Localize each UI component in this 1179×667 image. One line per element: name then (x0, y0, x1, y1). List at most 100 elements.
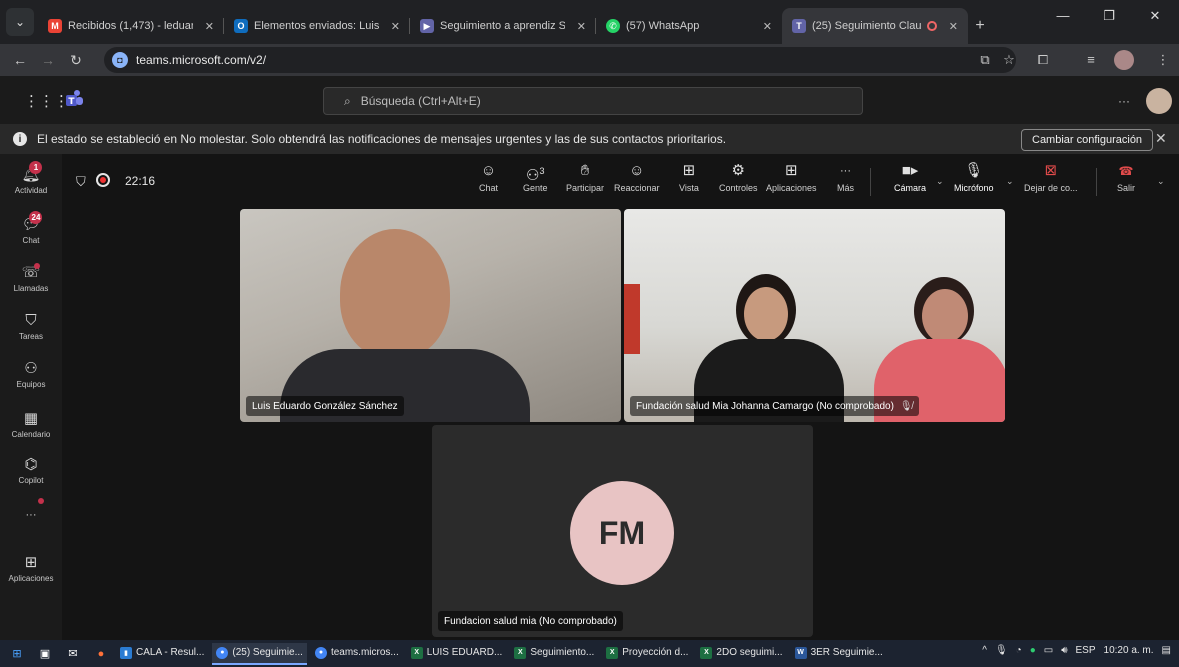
excel-icon: X (514, 646, 527, 659)
mic-button[interactable]: 🎙︎ Micrófono (954, 162, 994, 193)
camera-icon: ■▸ (901, 162, 919, 179)
taskbar-app[interactable]: X Proyección d... (602, 643, 692, 665)
taskbar-app-title: Proyección d... (622, 647, 689, 658)
apps-label: Aplicaciones (766, 183, 817, 193)
search-box[interactable]: ⌕ Búsqueda (Ctrl+Alt+E) (323, 87, 863, 115)
participant-face (744, 287, 788, 341)
app-launcher-icon[interactable]: ⋮⋮⋮ (24, 92, 69, 110)
rail-item-teams[interactable]: ⚇ Equipos (0, 352, 62, 398)
chat-button[interactable]: ☺︎ Chat (479, 162, 498, 193)
windows-start-icon[interactable]: ⊞ (6, 646, 28, 662)
close-tab-icon[interactable]: ✕ (391, 20, 400, 33)
toolbar-divider (1096, 168, 1097, 196)
browser-tab-stream[interactable]: ▶ Seguimiento a aprendiz SEN ✕ (410, 8, 596, 44)
calendar-icon: ▦ (23, 410, 39, 427)
teams-left-rail: 🔔︎ 1 Actividad 💬︎ 24 Chat ☏ Llamadas ⛉ Tar… (0, 154, 62, 640)
taskbar-app[interactable]: ● teams.micros... (311, 643, 403, 665)
taskbar-app[interactable]: ▮ CALA - Resul... (116, 643, 208, 665)
apps-icon: ⊞ (24, 554, 38, 571)
close-banner-icon[interactable]: ✕ (1155, 130, 1167, 147)
tray-app-icon[interactable]: ● (1030, 645, 1036, 656)
cast-icon[interactable]: ⧉ (974, 52, 996, 68)
rail-item-tasks[interactable]: ⛉ Tareas (0, 304, 62, 350)
taskbar-app[interactable]: X LUIS EDUARD... (407, 643, 507, 665)
minimize-icon[interactable]: — (1040, 8, 1086, 23)
tray-overflow-icon[interactable]: ^ (982, 645, 987, 656)
notifications-icon[interactable]: ▤ (1162, 645, 1171, 656)
mic-options-chevron-icon[interactable]: ⌄ (1006, 176, 1014, 187)
mail-icon[interactable]: ✉ (62, 646, 84, 662)
video-tile-luis[interactable]: Luis Eduardo González Sánchez (240, 209, 621, 422)
volume-icon[interactable]: 🔊︎ (1061, 645, 1067, 656)
browser-tab-gmail[interactable]: M Recibidos (1,473) - leduardo ✕ (38, 8, 224, 44)
stop-sharing-button[interactable]: ⊠ Dejar de co... (1024, 162, 1078, 193)
video-tile-fundacion-johanna[interactable]: Fundación salud Mia Johanna Camargo (No … (624, 209, 1005, 422)
more-button[interactable]: ··· Más (837, 162, 854, 193)
rail-item-apps[interactable]: ⊞ Aplicaciones (0, 546, 62, 592)
close-tab-icon[interactable]: ✕ (205, 20, 214, 33)
participant-name: Luis Eduardo González Sánchez (252, 400, 398, 412)
rail-item-chat[interactable]: 💬︎ 24 Chat (0, 208, 62, 254)
taskbar-app[interactable]: X 2DO seguimi... (696, 643, 786, 665)
tab-title: (57) WhatsApp (626, 20, 700, 32)
view-button[interactable]: ⊞ Vista (679, 162, 699, 193)
shield-icon[interactable]: ⛉ (76, 174, 86, 190)
browser-menu-icon[interactable]: ⋮ (1152, 52, 1174, 68)
forward-icon[interactable]: → (34, 52, 62, 68)
change-settings-button[interactable]: Cambiar configuración (1021, 129, 1154, 151)
leave-button[interactable]: ☎ Salir (1117, 162, 1135, 193)
extensions-icon[interactable]: ⧠ (1032, 52, 1054, 68)
close-tab-icon[interactable]: ✕ (577, 20, 586, 33)
camera-button[interactable]: ■▸ Cámara (894, 162, 926, 193)
address-bar[interactable]: ◘ teams.microsoft.com/v2/ (104, 47, 1016, 73)
battery-icon[interactable]: ▭ (1044, 645, 1053, 656)
browser-tab-strip: ⌄ M Recibidos (1,473) - leduardo ✕ O Ele… (0, 0, 1179, 44)
clock[interactable]: 10:20 a. m. (1104, 645, 1154, 656)
react-button[interactable]: ☺ Reaccionar (614, 162, 660, 193)
camera-options-chevron-icon[interactable]: ⌄ (936, 176, 944, 187)
reload-icon[interactable]: ↻ (62, 52, 90, 69)
apps-button[interactable]: ⊞ Aplicaciones (766, 162, 817, 193)
taskbar-app[interactable]: W 3ER Seguimie... (791, 643, 887, 665)
word-icon: W (794, 646, 807, 659)
back-icon[interactable]: ← (6, 52, 34, 68)
browser-tab-whatsapp[interactable]: ✆ (57) WhatsApp ✕ (596, 8, 782, 44)
close-tab-icon[interactable]: ✕ (949, 20, 958, 33)
video-tile-fundacion-avatar[interactable]: FM Fundacion salud mia (No comprobado) (432, 425, 813, 637)
language-indicator[interactable]: ESP (1076, 645, 1096, 656)
tray-mic-icon[interactable]: 🎙︎ (995, 645, 1008, 656)
restore-icon[interactable]: ❐ (1086, 8, 1132, 24)
raise-hand-button[interactable]: ✋︎ Participar (566, 162, 604, 193)
browser-tab-teams-active[interactable]: T (25) Seguimiento Claudi ✕ (782, 8, 968, 44)
recording-icon[interactable] (96, 173, 110, 187)
rail-item-more[interactable]: ··· (0, 492, 62, 538)
close-window-icon[interactable]: ✕ (1132, 8, 1178, 24)
tab-search-chevron-icon[interactable]: ⌄ (6, 8, 34, 36)
people-label: Gente (523, 183, 548, 193)
firefox-icon[interactable]: ● (90, 646, 112, 662)
browser-profile-avatar[interactable] (1114, 50, 1134, 70)
leave-options-chevron-icon[interactable]: ⌄ (1157, 176, 1165, 187)
browser-tab-outlook[interactable]: O Elementos enviados: Luis Ed ✕ (224, 8, 410, 44)
taskbar-app[interactable]: ● (25) Seguimie... (212, 642, 307, 665)
rail-item-copilot[interactable]: ⌬ Copilot (0, 448, 62, 494)
new-tab-icon[interactable]: + (968, 8, 992, 44)
stop-share-label: Dejar de co... (1024, 183, 1078, 193)
task-view-icon[interactable]: ▣ (34, 646, 56, 662)
site-info-icon[interactable]: ◘ (112, 52, 128, 68)
rail-item-calendar[interactable]: ▦ Calendario (0, 402, 62, 448)
wifi-icon[interactable]: ◔ (1016, 645, 1022, 656)
controls-icon: ⚙ (731, 162, 745, 179)
settings-more-icon[interactable]: ··· (1118, 94, 1130, 108)
view-grid-icon: ⊞ (682, 162, 696, 179)
chrome-icon: ● (314, 646, 327, 659)
bookmark-star-icon[interactable]: ☆ (998, 52, 1020, 68)
controls-button[interactable]: ⚙ Controles (719, 162, 758, 193)
taskbar-app[interactable]: X Seguimiento... (510, 643, 598, 665)
rail-item-calls[interactable]: ☏ Llamadas (0, 256, 62, 302)
user-avatar[interactable] (1146, 88, 1172, 114)
reading-list-icon[interactable]: ≡ (1080, 52, 1102, 67)
close-tab-icon[interactable]: ✕ (763, 20, 772, 33)
rail-item-activity[interactable]: 🔔︎ 1 Actividad (0, 158, 62, 204)
people-button[interactable]: ⚇3 Gente (523, 162, 548, 193)
